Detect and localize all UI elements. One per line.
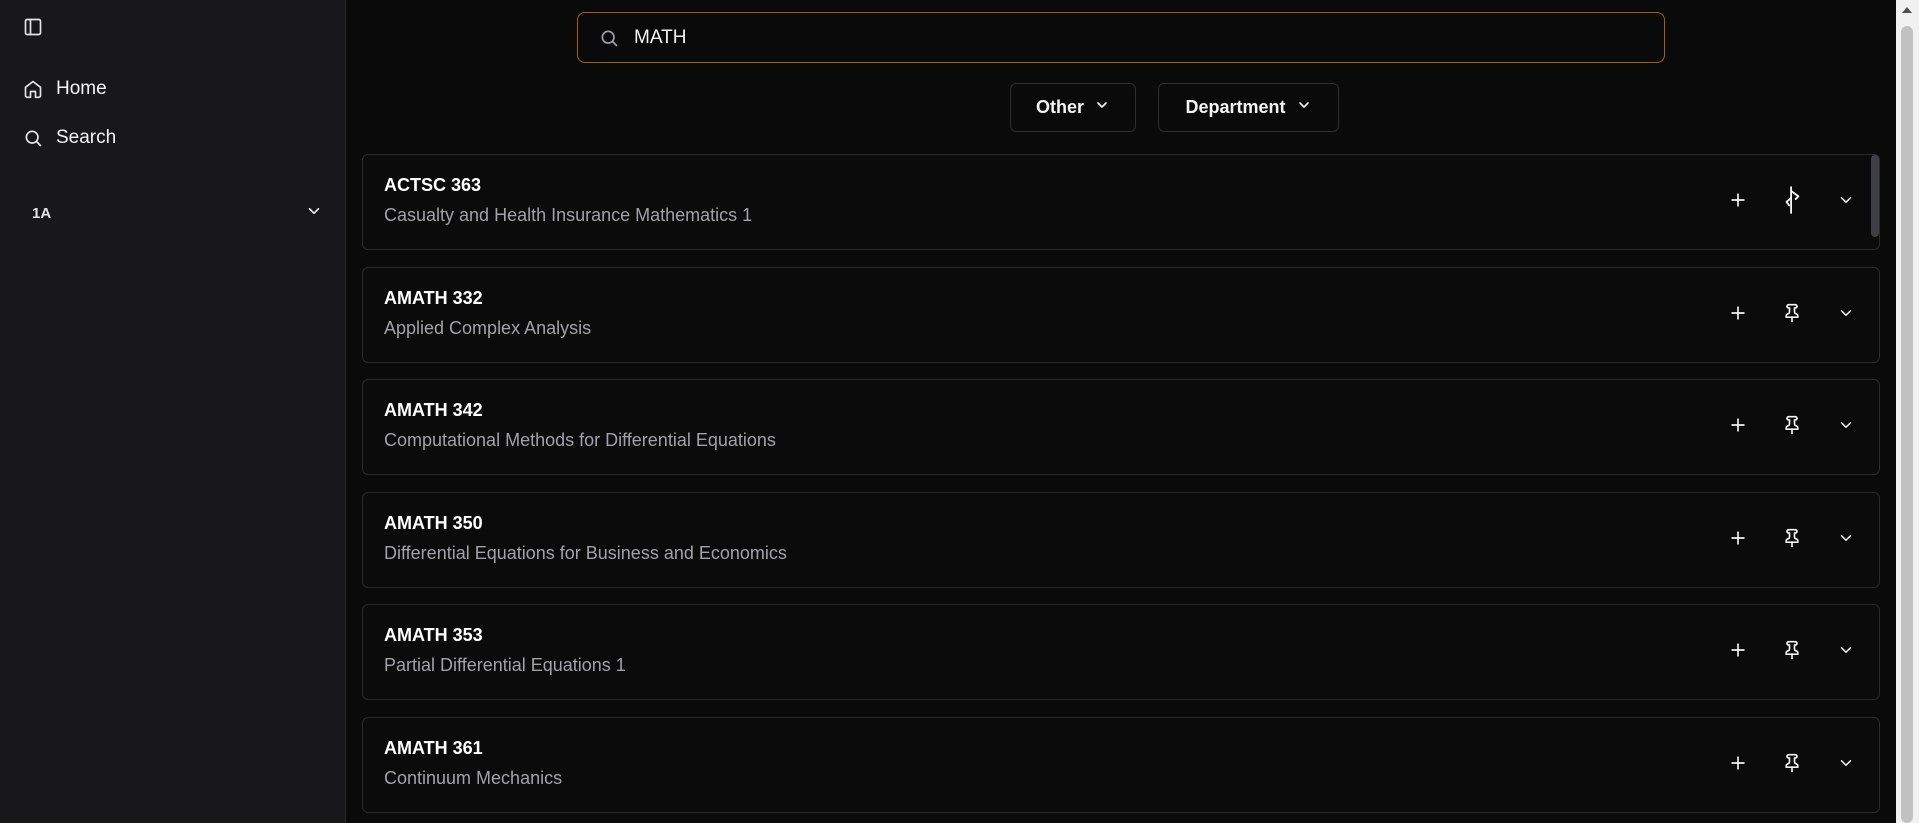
expand-course-button[interactable] (1835, 523, 1857, 553)
pin-icon (1785, 186, 1800, 214)
search-box[interactable] (577, 12, 1665, 63)
term-label: 1A (32, 204, 52, 222)
course-title: Computational Methods for Differential E… (384, 430, 776, 450)
sidebar-item-home[interactable]: Home (22, 75, 107, 103)
chevron-down-icon (1840, 310, 1852, 316)
course-actions (1727, 410, 1857, 440)
course-actions (1727, 748, 1857, 778)
course-title: Continuum Mechanics (384, 768, 563, 788)
course-title: Partial Differential Equations 1 (384, 655, 626, 675)
chevron-down-icon (305, 202, 323, 225)
chevron-down-icon (1840, 647, 1852, 653)
pin-icon (1785, 528, 1799, 548)
filter-other-button[interactable]: Other (1010, 83, 1136, 132)
add-course-button[interactable] (1727, 635, 1749, 665)
chevron-down-icon (1296, 97, 1312, 118)
pin-course-button[interactable] (1781, 523, 1803, 553)
pin-course-button[interactable] (1781, 185, 1803, 215)
pin-icon (1785, 640, 1799, 660)
pin-icon (1785, 753, 1799, 773)
add-course-button[interactable] (1727, 523, 1749, 553)
course-card[interactable]: ACTSC 363 Casualty and Health Insurance … (362, 154, 1880, 250)
plus-icon (1731, 306, 1745, 320)
filter-department-label: Department (1185, 97, 1286, 117)
scroll-up-icon[interactable] (1902, 7, 1912, 13)
search-icon (598, 27, 620, 49)
course-list-scrollbar[interactable] (1871, 155, 1879, 237)
course-actions (1727, 523, 1857, 553)
pin-icon (1785, 415, 1799, 435)
plus-icon (1731, 193, 1745, 207)
expand-course-button[interactable] (1835, 410, 1857, 440)
chevron-down-icon (1094, 97, 1110, 118)
plus-icon (1731, 643, 1745, 657)
chevron-down-icon (1840, 422, 1852, 428)
expand-course-button[interactable] (1835, 185, 1857, 215)
course-card[interactable]: AMATH 353 Partial Differential Equations… (362, 604, 1880, 700)
sidebar-item-search[interactable]: Search (22, 124, 116, 152)
page-scrollbar-thumb[interactable] (1901, 26, 1913, 823)
sidebar-toggle-icon[interactable] (22, 16, 44, 38)
course-card[interactable]: AMATH 342 Computational Methods for Diff… (362, 379, 1880, 475)
plus-icon (1731, 531, 1745, 545)
course-actions (1727, 635, 1857, 665)
plus-icon (1731, 418, 1745, 432)
filter-department-button[interactable]: Department (1158, 83, 1339, 132)
pin-course-button[interactable] (1781, 748, 1803, 778)
course-code: AMATH 361 (384, 738, 483, 758)
course-code: AMATH 332 (384, 288, 483, 308)
chevron-down-icon (1840, 760, 1852, 766)
expand-course-button[interactable] (1835, 635, 1857, 665)
course-code: AMATH 350 (384, 513, 483, 533)
page-scrollbar[interactable] (1896, 0, 1919, 823)
plus-icon (1731, 756, 1745, 770)
course-code: AMATH 353 (384, 625, 483, 645)
term-dropdown[interactable]: 1A (32, 200, 323, 226)
chevron-down-icon (1840, 535, 1852, 541)
sidebar-item-label: Home (56, 78, 107, 99)
pin-course-button[interactable] (1781, 298, 1803, 328)
add-course-button[interactable] (1727, 410, 1749, 440)
pin-course-button[interactable] (1781, 410, 1803, 440)
course-list: ACTSC 363 Casualty and Health Insurance … (362, 154, 1880, 823)
course-title: Casualty and Health Insurance Mathematic… (384, 205, 753, 225)
expand-course-button[interactable] (1835, 748, 1857, 778)
add-course-button[interactable] (1727, 748, 1749, 778)
course-card[interactable]: AMATH 361 Continuum Mechanics (362, 717, 1880, 813)
pin-icon (1785, 303, 1799, 323)
sidebar-item-label: Search (56, 127, 117, 148)
search-icon (22, 127, 44, 149)
add-course-button[interactable] (1727, 298, 1749, 328)
course-card[interactable]: AMATH 350 Differential Equations for Bus… (362, 492, 1880, 588)
course-title: Differential Equations for Business and … (384, 543, 787, 563)
filter-other-label: Other (1035, 97, 1084, 117)
main-content: Other Department ACTSC 363 Casualty and … (346, 0, 1919, 823)
course-actions (1727, 298, 1857, 328)
chevron-down-icon (1840, 197, 1852, 203)
add-course-button[interactable] (1727, 185, 1749, 215)
app-root: Home Search 1A MATH Other Department ACT… (0, 0, 1919, 823)
course-card[interactable]: AMATH 332 Applied Complex Analysis (362, 267, 1880, 363)
course-code: AMATH 342 (384, 400, 483, 420)
sidebar: Home Search 1A (0, 0, 346, 823)
course-actions (1727, 185, 1857, 215)
course-title: Applied Complex Analysis (384, 318, 592, 338)
search-input[interactable] (632, 17, 1632, 58)
home-icon (22, 78, 44, 100)
course-code: ACTSC 363 (384, 175, 482, 195)
pin-course-button[interactable] (1781, 635, 1803, 665)
expand-course-button[interactable] (1835, 298, 1857, 328)
